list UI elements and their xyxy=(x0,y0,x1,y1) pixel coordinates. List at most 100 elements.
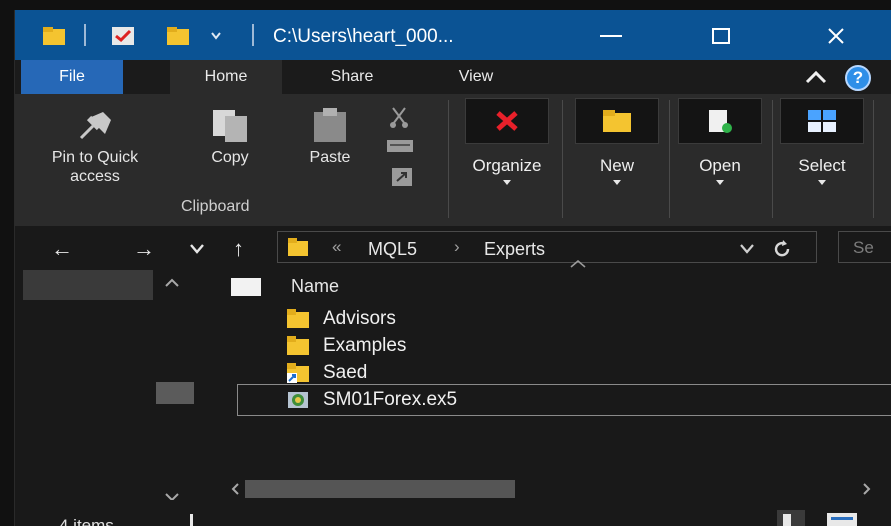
list-item[interactable]: Advisors xyxy=(287,306,887,332)
maximize-icon xyxy=(712,28,730,44)
back-button[interactable]: ← xyxy=(51,236,73,262)
folder-app-icon xyxy=(43,27,65,45)
pin-label-line2: access xyxy=(70,168,120,185)
properties-icon[interactable] xyxy=(112,27,134,45)
window-title: C:\Users\heart_000... xyxy=(273,26,454,47)
refresh-icon[interactable] xyxy=(772,239,792,259)
file-explorer-window: C:\Users\heart_000... File Home Share Vi… xyxy=(14,10,891,526)
up-button[interactable]: ↑ xyxy=(233,236,244,262)
item-count: 4 items xyxy=(59,516,114,526)
open-button[interactable]: Open xyxy=(679,156,761,176)
organize-icon-box[interactable] xyxy=(465,98,549,144)
scroll-left-icon[interactable] xyxy=(231,483,239,495)
breadcrumb-experts[interactable]: Experts xyxy=(484,239,545,260)
breadcrumb-mql5[interactable]: MQL5 xyxy=(368,239,417,260)
new-icon-box[interactable] xyxy=(575,98,659,144)
minimize-ribbon-icon[interactable] xyxy=(805,68,827,86)
organize-dropdown-icon[interactable] xyxy=(503,180,511,185)
new-button[interactable]: New xyxy=(581,156,653,176)
copy-path-icon[interactable] xyxy=(387,138,413,154)
select-icon-box[interactable] xyxy=(780,98,864,144)
list-item-selected[interactable]: SM01Forex.ex5 xyxy=(287,387,887,413)
open-properties-icon xyxy=(709,110,732,133)
pin-label-line1: Pin to Quick xyxy=(51,149,139,166)
folder-icon xyxy=(287,309,309,328)
item-name: Saed xyxy=(323,362,368,383)
item-name: Examples xyxy=(323,335,407,356)
large-icons-view-icon[interactable] xyxy=(827,510,857,526)
list-item[interactable]: Examples xyxy=(287,333,887,359)
search-input[interactable]: Se xyxy=(838,231,891,263)
pin-icon xyxy=(79,112,111,140)
tab-view[interactable]: View xyxy=(427,60,525,94)
column-header-name[interactable]: Name xyxy=(291,276,339,297)
maximize-button[interactable] xyxy=(698,20,744,52)
sort-ascending-icon xyxy=(570,260,586,268)
ribbon-separator xyxy=(562,100,563,218)
select-button[interactable]: Select xyxy=(781,156,863,176)
address-row: ← → ↑ « MQL5 › Experts Se xyxy=(15,226,891,270)
copy-icon xyxy=(213,110,247,142)
minimize-button[interactable] xyxy=(588,20,634,52)
new-dropdown-icon[interactable] xyxy=(613,180,621,185)
clipboard-group-label: Clipboard xyxy=(181,198,250,215)
status-separator xyxy=(190,514,193,526)
tab-share[interactable]: Share xyxy=(301,60,403,94)
pin-to-quick-access-button[interactable]: Pin to Quick access xyxy=(35,108,155,186)
select-all-icon xyxy=(808,110,836,132)
quick-access-separator xyxy=(84,24,86,46)
tab-file[interactable]: File xyxy=(21,60,123,94)
breadcrumb-overflow-icon[interactable]: « xyxy=(332,237,341,257)
open-icon-box[interactable] xyxy=(678,98,762,144)
title-bar[interactable]: C:\Users\heart_000... xyxy=(15,10,891,60)
select-dropdown-icon[interactable] xyxy=(818,180,826,185)
item-name: Advisors xyxy=(323,308,396,329)
ribbon-separator xyxy=(669,100,670,218)
paste-label: Paste xyxy=(309,149,351,166)
folder-location-icon xyxy=(288,238,308,256)
paste-icon xyxy=(314,108,346,142)
address-bar[interactable]: « MQL5 › Experts xyxy=(277,231,817,263)
folder-icon xyxy=(287,336,309,355)
folder-shortcut-icon xyxy=(287,363,309,383)
help-button[interactable]: ? xyxy=(845,65,871,91)
recent-locations-icon[interactable] xyxy=(190,244,204,254)
ribbon-separator xyxy=(873,100,874,218)
new-folder-icon xyxy=(603,110,631,132)
title-separator xyxy=(252,24,254,46)
navigation-pane xyxy=(15,270,209,502)
scroll-up-icon[interactable] xyxy=(165,278,179,288)
new-folder-quick-icon[interactable] xyxy=(167,27,189,45)
ribbon-separator xyxy=(772,100,773,218)
list-item[interactable]: Saed xyxy=(287,360,887,386)
cut-icon[interactable] xyxy=(388,106,410,128)
close-icon xyxy=(828,28,844,44)
breadcrumb-chevron-icon: › xyxy=(454,237,460,256)
scroll-right-icon[interactable] xyxy=(863,483,871,495)
ribbon-home: Pin to Quick access Copy Paste Clipboard… xyxy=(15,94,891,226)
delete-x-icon xyxy=(496,111,518,131)
horizontal-scrollbar-thumb[interactable] xyxy=(245,480,515,498)
search-placeholder: Se xyxy=(853,238,874,257)
organize-button[interactable]: Organize xyxy=(451,156,563,176)
paste-button[interactable]: Paste xyxy=(295,108,365,167)
address-dropdown-icon[interactable] xyxy=(740,244,754,254)
customize-chevron-icon[interactable] xyxy=(211,32,221,40)
item-name: SM01Forex.ex5 xyxy=(323,389,458,410)
paste-shortcut-icon[interactable] xyxy=(392,168,412,186)
ribbon-tab-bar: File Home Share View ? xyxy=(15,60,891,94)
close-button[interactable] xyxy=(813,20,859,52)
details-view-icon[interactable] xyxy=(777,510,805,526)
open-dropdown-icon[interactable] xyxy=(716,180,724,185)
minimize-icon xyxy=(600,35,622,37)
navigation-pane-selected-item[interactable] xyxy=(23,270,153,300)
navigation-pane-scrollbar-thumb[interactable] xyxy=(156,382,194,404)
copy-button[interactable]: Copy xyxy=(195,108,265,167)
tab-home[interactable]: Home xyxy=(170,60,282,94)
ribbon-separator xyxy=(448,100,449,218)
forward-button[interactable]: → xyxy=(133,236,155,262)
copy-label: Copy xyxy=(211,149,249,166)
status-bar xyxy=(15,500,891,526)
select-all-checkbox[interactable] xyxy=(231,278,261,296)
ex5-file-icon xyxy=(288,392,308,408)
